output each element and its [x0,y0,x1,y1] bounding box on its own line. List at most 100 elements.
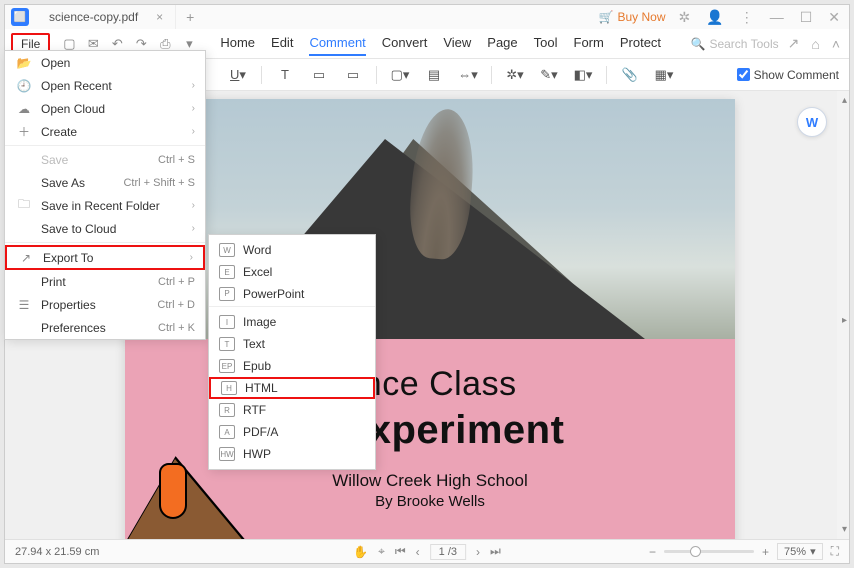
export-item-html[interactable]: H HTML [209,377,375,399]
tab-protect[interactable]: Protect [620,31,661,56]
file-menu-item-print[interactable]: PrintCtrl + P [5,270,205,293]
chevron-right-icon: › [192,200,195,211]
menu-item-label: Properties [41,298,157,312]
select-tool-icon[interactable]: ⌖ [378,544,385,559]
menu-item-icon: ＋ [15,123,33,140]
chevron-right-icon: › [192,103,195,114]
hand-tool-icon[interactable]: ✋ [353,545,368,559]
file-menu-item-save-in-recent-folder[interactable]: 🗀Save in Recent Folder› [5,194,205,217]
document-tab[interactable]: science-copy.pdf × [37,5,176,29]
tab-view[interactable]: View [443,31,471,56]
tab-page[interactable]: Page [487,31,517,56]
zoom-out-icon[interactable]: − [649,545,656,559]
menu-item-label: Create [41,125,192,139]
file-menu-item-open-recent[interactable]: 🕘Open Recent› [5,74,205,97]
filetype-icon: A [219,425,235,439]
link-tool[interactable]: ▦▾ [651,64,677,86]
underline-tool[interactable]: U▾ [225,64,251,86]
collapse-ribbon-icon[interactable]: ˄ [829,36,843,52]
file-menu-item-properties[interactable]: ☰PropertiesCtrl + D [5,293,205,316]
textbox-tool[interactable]: ▭ [306,64,332,86]
last-page-icon[interactable]: ⏭ [490,544,501,559]
shape-rect-tool[interactable]: ▢▾ [387,64,413,86]
zoom-thumb[interactable] [690,546,701,557]
zoom-slider[interactable] [664,550,754,553]
file-menu-item-export-to[interactable]: ↗Export To› [5,245,205,270]
export-item-word[interactable]: WWord [209,239,375,261]
attachment-tool[interactable]: 📎 [617,64,643,86]
tab-comment[interactable]: Comment [309,31,365,56]
tab-home[interactable]: Home [220,31,255,56]
export-item-pdfa[interactable]: APDF/A [209,421,375,443]
close-button[interactable]: ✕ [825,9,843,26]
tab-add-button[interactable]: + [176,9,204,25]
fullscreen-icon[interactable]: ⛶ [831,544,839,559]
export-item-rtf[interactable]: RRTF [209,399,375,421]
scroll-down-icon[interactable]: ▾ [842,524,847,535]
tab-tool[interactable]: Tool [534,31,558,56]
export-item-hwp[interactable]: HWHWP [209,443,375,465]
maximize-button[interactable]: ☐ [797,9,816,26]
scroll-right-icon[interactable]: ▸ [842,315,847,326]
menu-item-icon: 📂 [15,56,33,70]
export-item-powerpoint[interactable]: PPowerPoint [209,283,375,307]
text-tool[interactable]: T [272,64,298,86]
eraser-tool[interactable]: ◧▾ [570,64,596,86]
menu-item-icon: ↗ [17,251,35,265]
export-item-image[interactable]: IImage [209,311,375,333]
zoom-value: 75% [784,546,806,558]
file-menu-item-save-to-cloud[interactable]: Save to Cloud› [5,217,205,240]
menu-item-label: Preferences [41,321,158,335]
file-menu-item-open[interactable]: 📂Open [5,51,205,74]
file-menu-item-open-cloud[interactable]: ☁Open Cloud› [5,97,205,120]
file-menu-item-preferences[interactable]: PreferencesCtrl + K [5,316,205,339]
export-item-label: Image [243,315,276,329]
export-item-excel[interactable]: EExcel [209,261,375,283]
stamp-tool[interactable]: ✲▾ [502,64,528,86]
vertical-scrollbar[interactable]: ▴ ▸ ▾ [837,91,849,539]
zoom-in-icon[interactable]: + [762,545,769,559]
menu-item-label: Save As [41,176,123,190]
zoom-dropdown[interactable]: 75% ▾ [777,543,823,560]
file-menu-item-create[interactable]: ＋ Create› [5,120,205,143]
minimize-button[interactable]: — [767,9,787,25]
file-menu-item-save-as[interactable]: Save AsCtrl + Shift + S [5,171,205,194]
tab-convert[interactable]: Convert [382,31,428,56]
export-item-epub[interactable]: EPEpub [209,355,375,377]
next-page-icon[interactable]: › [476,545,480,559]
filetype-icon: T [219,337,235,351]
home-icon[interactable]: ⌂ [808,36,822,52]
show-comment-toggle[interactable]: Show Comment [737,68,839,82]
tab-edit[interactable]: Edit [271,31,293,56]
show-comment-checkbox[interactable] [737,68,750,81]
chevron-right-icon: › [192,126,195,137]
first-page-icon[interactable]: ⏮ [395,544,406,559]
page-indicator[interactable]: 1 /3 [430,544,466,560]
export-item-text[interactable]: T Text [209,333,375,355]
filetype-icon: HW [219,447,235,461]
export-item-label: Excel [243,265,272,279]
measure-tool[interactable]: ⇔▾ [455,64,481,86]
user-icon[interactable]: 👤 [703,9,726,26]
callout-tool[interactable]: ▭ [340,64,366,86]
filetype-icon: H [221,381,237,395]
menu-item-icon: ☁ [15,102,33,116]
export-word-badge[interactable]: W [797,107,827,137]
export-item-label: Text [243,337,265,351]
search-tools[interactable]: 🔍 Search Tools [691,37,779,51]
scroll-up-icon[interactable]: ▴ [842,95,847,106]
tab-close-icon[interactable]: × [156,10,163,24]
open-external-icon[interactable]: ↗ [785,35,803,52]
export-item-label: HTML [245,381,278,395]
export-to-submenu: WWordEExcelPPowerPointIImageTTextEPEpubH… [208,234,376,470]
menu-item-shortcut: Ctrl + P [158,276,195,288]
buy-now-link[interactable]: 🛒 Buy Now [599,10,666,24]
file-dropdown-menu: 📂Open🕘Open Recent›☁Open Cloud›＋Create›Sa… [4,50,206,340]
tab-form[interactable]: Form [574,31,604,56]
note-tool[interactable]: ▤ [421,64,447,86]
signature-tool[interactable]: ✎▾ [536,64,562,86]
chevron-right-icon: › [192,80,195,91]
kebab-icon[interactable]: ⋮ [737,9,757,26]
prev-page-icon[interactable]: ‹ [416,545,420,559]
share-icon[interactable]: ✲ [676,9,694,26]
